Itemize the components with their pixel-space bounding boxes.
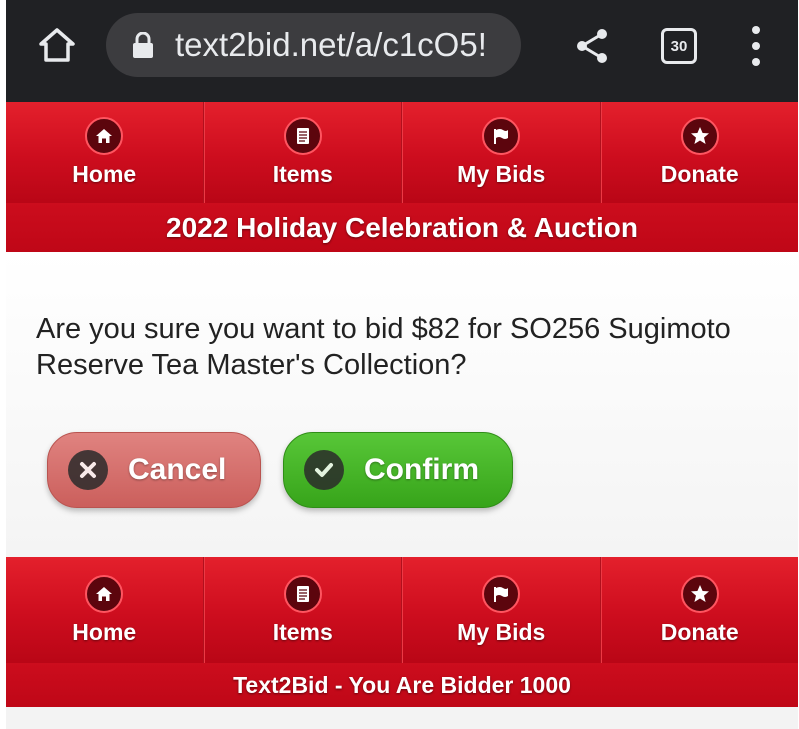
nav-label: My Bids — [457, 618, 546, 645]
nav-items[interactable]: Items — [203, 102, 402, 203]
page-bottom — [6, 707, 798, 729]
confirm-bid-dialog: Are you sure you want to bid $82 for SO2… — [6, 252, 798, 557]
confirm-button[interactable]: Confirm — [283, 432, 513, 508]
flag-icon — [482, 574, 521, 613]
address-bar[interactable]: text2bid.net/a/c1cO5! — [106, 13, 521, 77]
home-icon — [85, 574, 124, 613]
nav-home[interactable]: Home — [6, 557, 204, 663]
check-icon — [304, 450, 344, 490]
browser-toolbar: text2bid.net/a/c1cO5! 30 — [6, 0, 798, 102]
nav-label: Home — [72, 618, 137, 645]
nav-label: Donate — [660, 618, 739, 645]
nav-donate[interactable]: Donate — [600, 557, 799, 663]
nav-label: Donate — [660, 161, 739, 187]
bottom-nav: Home Items My Bids Donate — [6, 557, 798, 663]
cancel-button[interactable]: Cancel — [47, 432, 261, 508]
nav-home[interactable]: Home — [6, 102, 204, 203]
nav-label: Home — [72, 161, 137, 187]
nav-label: My Bids — [457, 161, 546, 187]
tab-count: 30 — [670, 37, 688, 55]
flag-icon — [482, 117, 521, 155]
nav-donate[interactable]: Donate — [600, 102, 799, 203]
bidder-footer: Text2Bid - You Are Bidder 1000 — [6, 663, 798, 707]
cancel-label: Cancel — [128, 453, 227, 486]
nav-my-bids[interactable]: My Bids — [402, 557, 601, 663]
close-icon — [68, 450, 108, 490]
lock-icon — [133, 32, 153, 58]
nav-items[interactable]: Items — [203, 557, 402, 663]
document-icon — [283, 574, 322, 613]
url-text: text2bid.net/a/c1cO5! — [175, 26, 487, 63]
tab-switcher-button[interactable]: 30 — [661, 28, 697, 64]
top-nav: Home Items My Bids Donate — [6, 102, 798, 203]
bid-confirmation-question: Are you sure you want to bid $82 for SO2… — [36, 313, 731, 381]
nav-label: Items — [272, 161, 333, 187]
home-icon — [85, 117, 124, 155]
star-icon — [680, 117, 719, 155]
star-icon — [680, 574, 719, 613]
share-button[interactable] — [570, 24, 614, 68]
share-icon — [577, 29, 607, 63]
nav-my-bids[interactable]: My Bids — [402, 102, 601, 203]
event-title: 2022 Holiday Celebration & Auction — [6, 203, 798, 252]
more-vert-icon[interactable] — [746, 26, 766, 66]
confirm-label: Confirm — [364, 453, 479, 486]
browser-home-button[interactable] — [34, 22, 80, 68]
document-icon — [283, 117, 322, 155]
nav-label: Items — [272, 618, 333, 645]
home-icon — [39, 28, 75, 62]
